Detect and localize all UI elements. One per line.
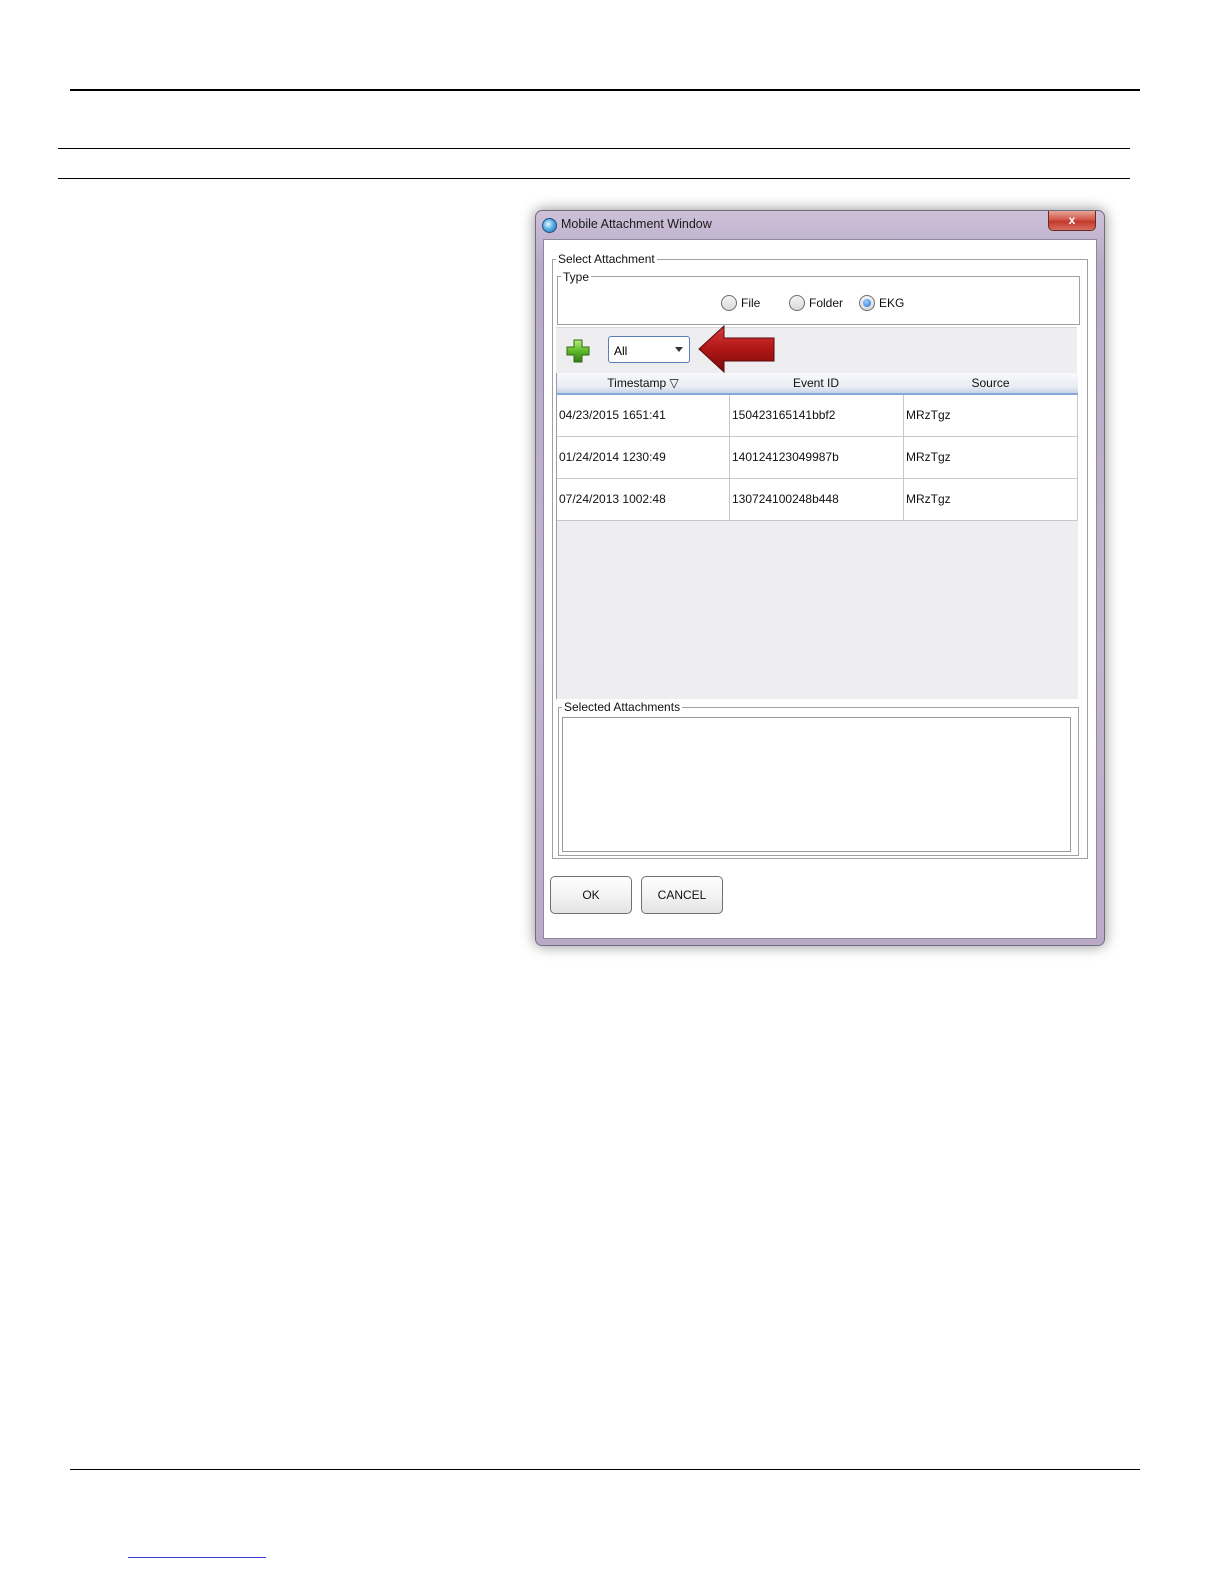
selected-attachments-legend: Selected Attachments (562, 700, 683, 714)
cancel-button[interactable]: CANCEL (641, 876, 723, 914)
radio-file-label: File (741, 296, 761, 310)
selected-attachments-list[interactable] (562, 717, 1071, 852)
mobile-attachment-window: Mobile Attachment Window x Select Attach… (535, 210, 1105, 946)
plus-icon[interactable] (566, 339, 590, 363)
attachment-toolbar: All (556, 327, 1077, 374)
table-row[interactable]: 04/23/2015 1651:41 150423165141bbf2 MRzT… (557, 395, 1078, 437)
type-legend: Type (561, 270, 592, 284)
filter-dropdown[interactable]: All (608, 336, 690, 363)
filter-dropdown-value: All (614, 344, 628, 358)
table-row[interactable]: 07/24/2013 1002:48 130724100248b448 MRzT… (557, 479, 1078, 521)
cell-timestamp: 04/23/2015 1651:41 (557, 395, 730, 436)
cell-source: MRzTgz (904, 437, 1078, 478)
footer-link-underline[interactable] (128, 1557, 266, 1558)
radio-ekg-circle[interactable] (859, 295, 875, 311)
header-rule-bottom (58, 178, 1130, 179)
red-arrow-icon (698, 324, 775, 374)
title-bar[interactable]: Mobile Attachment Window x (536, 211, 1104, 239)
radio-file[interactable]: File (721, 295, 760, 311)
table-header: Timestamp ▽ Event ID Source (557, 373, 1078, 395)
radio-folder-circle[interactable] (789, 295, 805, 311)
cell-event-id: 130724100248b448 (730, 479, 904, 520)
column-header-event-id[interactable]: Event ID (729, 376, 903, 390)
column-header-timestamp[interactable]: Timestamp ▽ (557, 376, 729, 390)
dialog-content: Select Attachment Type File Folder EKG A… (543, 239, 1097, 939)
chevron-down-icon (675, 347, 683, 352)
radio-folder-label: Folder (809, 296, 844, 310)
radio-ekg[interactable]: EKG (859, 295, 904, 311)
cell-event-id: 140124123049987b (730, 437, 904, 478)
cell-timestamp: 01/24/2014 1230:49 (557, 437, 730, 478)
header-rule-top (70, 89, 1140, 91)
cell-timestamp: 07/24/2013 1002:48 (557, 479, 730, 520)
radio-ekg-label: EKG (879, 296, 905, 310)
cell-source: MRzTgz (904, 395, 1078, 436)
window-title: Mobile Attachment Window (561, 217, 712, 231)
header-rule-middle (58, 148, 1130, 149)
radio-file-circle[interactable] (721, 295, 737, 311)
close-button[interactable]: x (1048, 211, 1096, 231)
column-header-source[interactable]: Source (903, 376, 1078, 390)
footer-rule (70, 1469, 1140, 1470)
cell-source: MRzTgz (904, 479, 1078, 520)
table-row[interactable]: 01/24/2014 1230:49 140124123049987b MRzT… (557, 437, 1078, 479)
ok-button[interactable]: OK (550, 876, 632, 914)
radio-folder[interactable]: Folder (789, 295, 843, 311)
attachment-table: Timestamp ▽ Event ID Source 04/23/2015 1… (556, 373, 1078, 699)
app-icon (542, 218, 557, 233)
select-attachment-legend: Select Attachment (556, 252, 657, 266)
cell-event-id: 150423165141bbf2 (730, 395, 904, 436)
